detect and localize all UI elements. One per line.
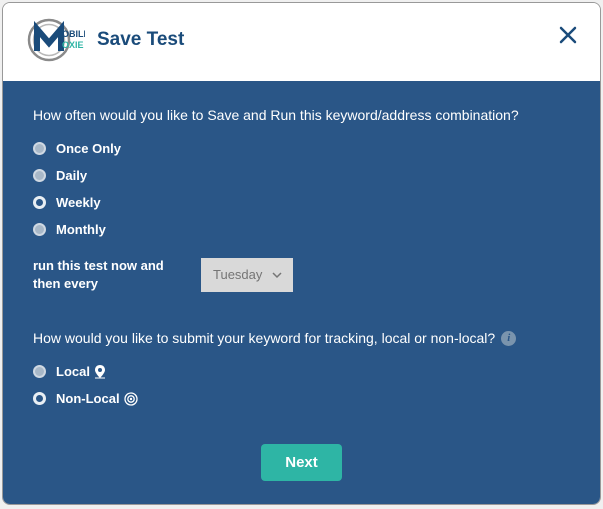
- target-icon: [124, 392, 138, 406]
- radio-icon: [33, 365, 46, 378]
- chevron-down-icon: [271, 269, 283, 281]
- radio-icon: [33, 196, 46, 209]
- radio-label: Local: [56, 364, 90, 379]
- brand-logo: OBILE OXIE: [27, 17, 85, 63]
- radio-icon: [33, 392, 46, 405]
- dialog-title: Save Test: [97, 29, 184, 51]
- radio-label: Weekly: [56, 195, 101, 210]
- frequency-option-monthly[interactable]: Monthly: [33, 222, 570, 237]
- radio-label: Daily: [56, 168, 87, 183]
- schedule-row: run this test now and then every Tuesday: [33, 257, 570, 292]
- radio-label: Non-Local: [56, 391, 120, 406]
- tracking-option-nonlocal[interactable]: Non-Local: [33, 391, 570, 406]
- schedule-label: run this test now and then every: [33, 257, 173, 292]
- close-icon: [558, 25, 578, 45]
- dialog-footer: Next: [33, 444, 570, 481]
- frequency-option-once[interactable]: Once Only: [33, 141, 570, 156]
- tracking-option-local[interactable]: Local: [33, 364, 570, 379]
- tracking-question-row: How would you like to submit your keywor…: [33, 330, 570, 346]
- dialog-header: OBILE OXIE Save Test: [3, 3, 600, 81]
- frequency-question: How often would you like to Save and Run…: [33, 107, 570, 123]
- info-icon[interactable]: i: [501, 331, 516, 346]
- save-test-dialog: OBILE OXIE Save Test How often would you…: [2, 2, 601, 505]
- day-select-value: Tuesday: [213, 267, 262, 282]
- frequency-option-weekly[interactable]: Weekly: [33, 195, 570, 210]
- next-button[interactable]: Next: [261, 444, 342, 481]
- radio-label: Monthly: [56, 222, 106, 237]
- radio-icon: [33, 169, 46, 182]
- mobilemoxie-logo-icon: OBILE OXIE: [27, 17, 85, 63]
- day-select[interactable]: Tuesday: [201, 258, 293, 292]
- radio-icon: [33, 223, 46, 236]
- radio-label: Once Only: [56, 141, 121, 156]
- svg-text:OBILE: OBILE: [62, 29, 85, 39]
- tracking-question: How would you like to submit your keywor…: [33, 330, 495, 346]
- frequency-option-daily[interactable]: Daily: [33, 168, 570, 183]
- radio-icon: [33, 142, 46, 155]
- dialog-body: How often would you like to Save and Run…: [3, 81, 600, 505]
- location-pin-icon: [94, 365, 106, 379]
- close-button[interactable]: [558, 25, 578, 45]
- svg-text:OXIE: OXIE: [62, 40, 84, 50]
